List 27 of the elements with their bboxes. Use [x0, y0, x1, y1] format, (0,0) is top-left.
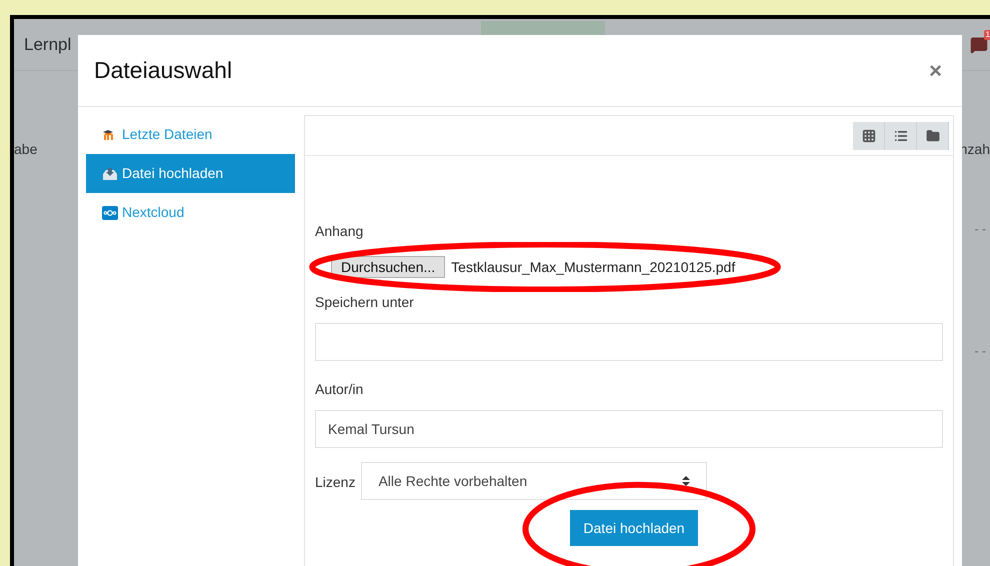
source-tab[interactable]: Letzte Dateien [86, 115, 295, 154]
table-cell-text: - - [974, 221, 986, 238]
license-select[interactable]: Alle Rechte vorbehalten [361, 462, 708, 500]
list-icon [894, 128, 908, 142]
field-label: Anhang [315, 222, 364, 241]
field-label: Autor/in [315, 380, 364, 399]
grid-icon [862, 128, 876, 142]
page-heading: Lernpl [24, 34, 72, 56]
inbox-tray-icon [102, 166, 118, 180]
file-name: Testklausur_Max_Mustermann_20210125.pdf [451, 258, 736, 277]
sort-arrows-icon [682, 476, 690, 486]
browse-button[interactable]: Durchsuchen... [331, 256, 446, 278]
field-label: Lizenz [315, 473, 356, 492]
folder-icon [926, 128, 940, 142]
chat-icon[interactable] [970, 36, 988, 54]
source-tab[interactable]: Nextcloud [86, 193, 295, 232]
cloud-logo-icon [102, 206, 118, 220]
notification-badge: 1 [984, 30, 990, 40]
upload-button[interactable]: Datei hochladen [570, 510, 698, 546]
save-as-field[interactable] [315, 323, 943, 361]
table-cell-text: - - [974, 343, 986, 360]
source-tab[interactable]: Datei hochladen [86, 154, 295, 193]
close-button[interactable]: × [929, 60, 942, 82]
dialog-title: Dateiauswahl [94, 56, 232, 86]
column-label: abe [14, 140, 38, 159]
author-field[interactable]: Kemal Tursun [315, 410, 943, 448]
field-label: Speichern unter [315, 293, 414, 312]
